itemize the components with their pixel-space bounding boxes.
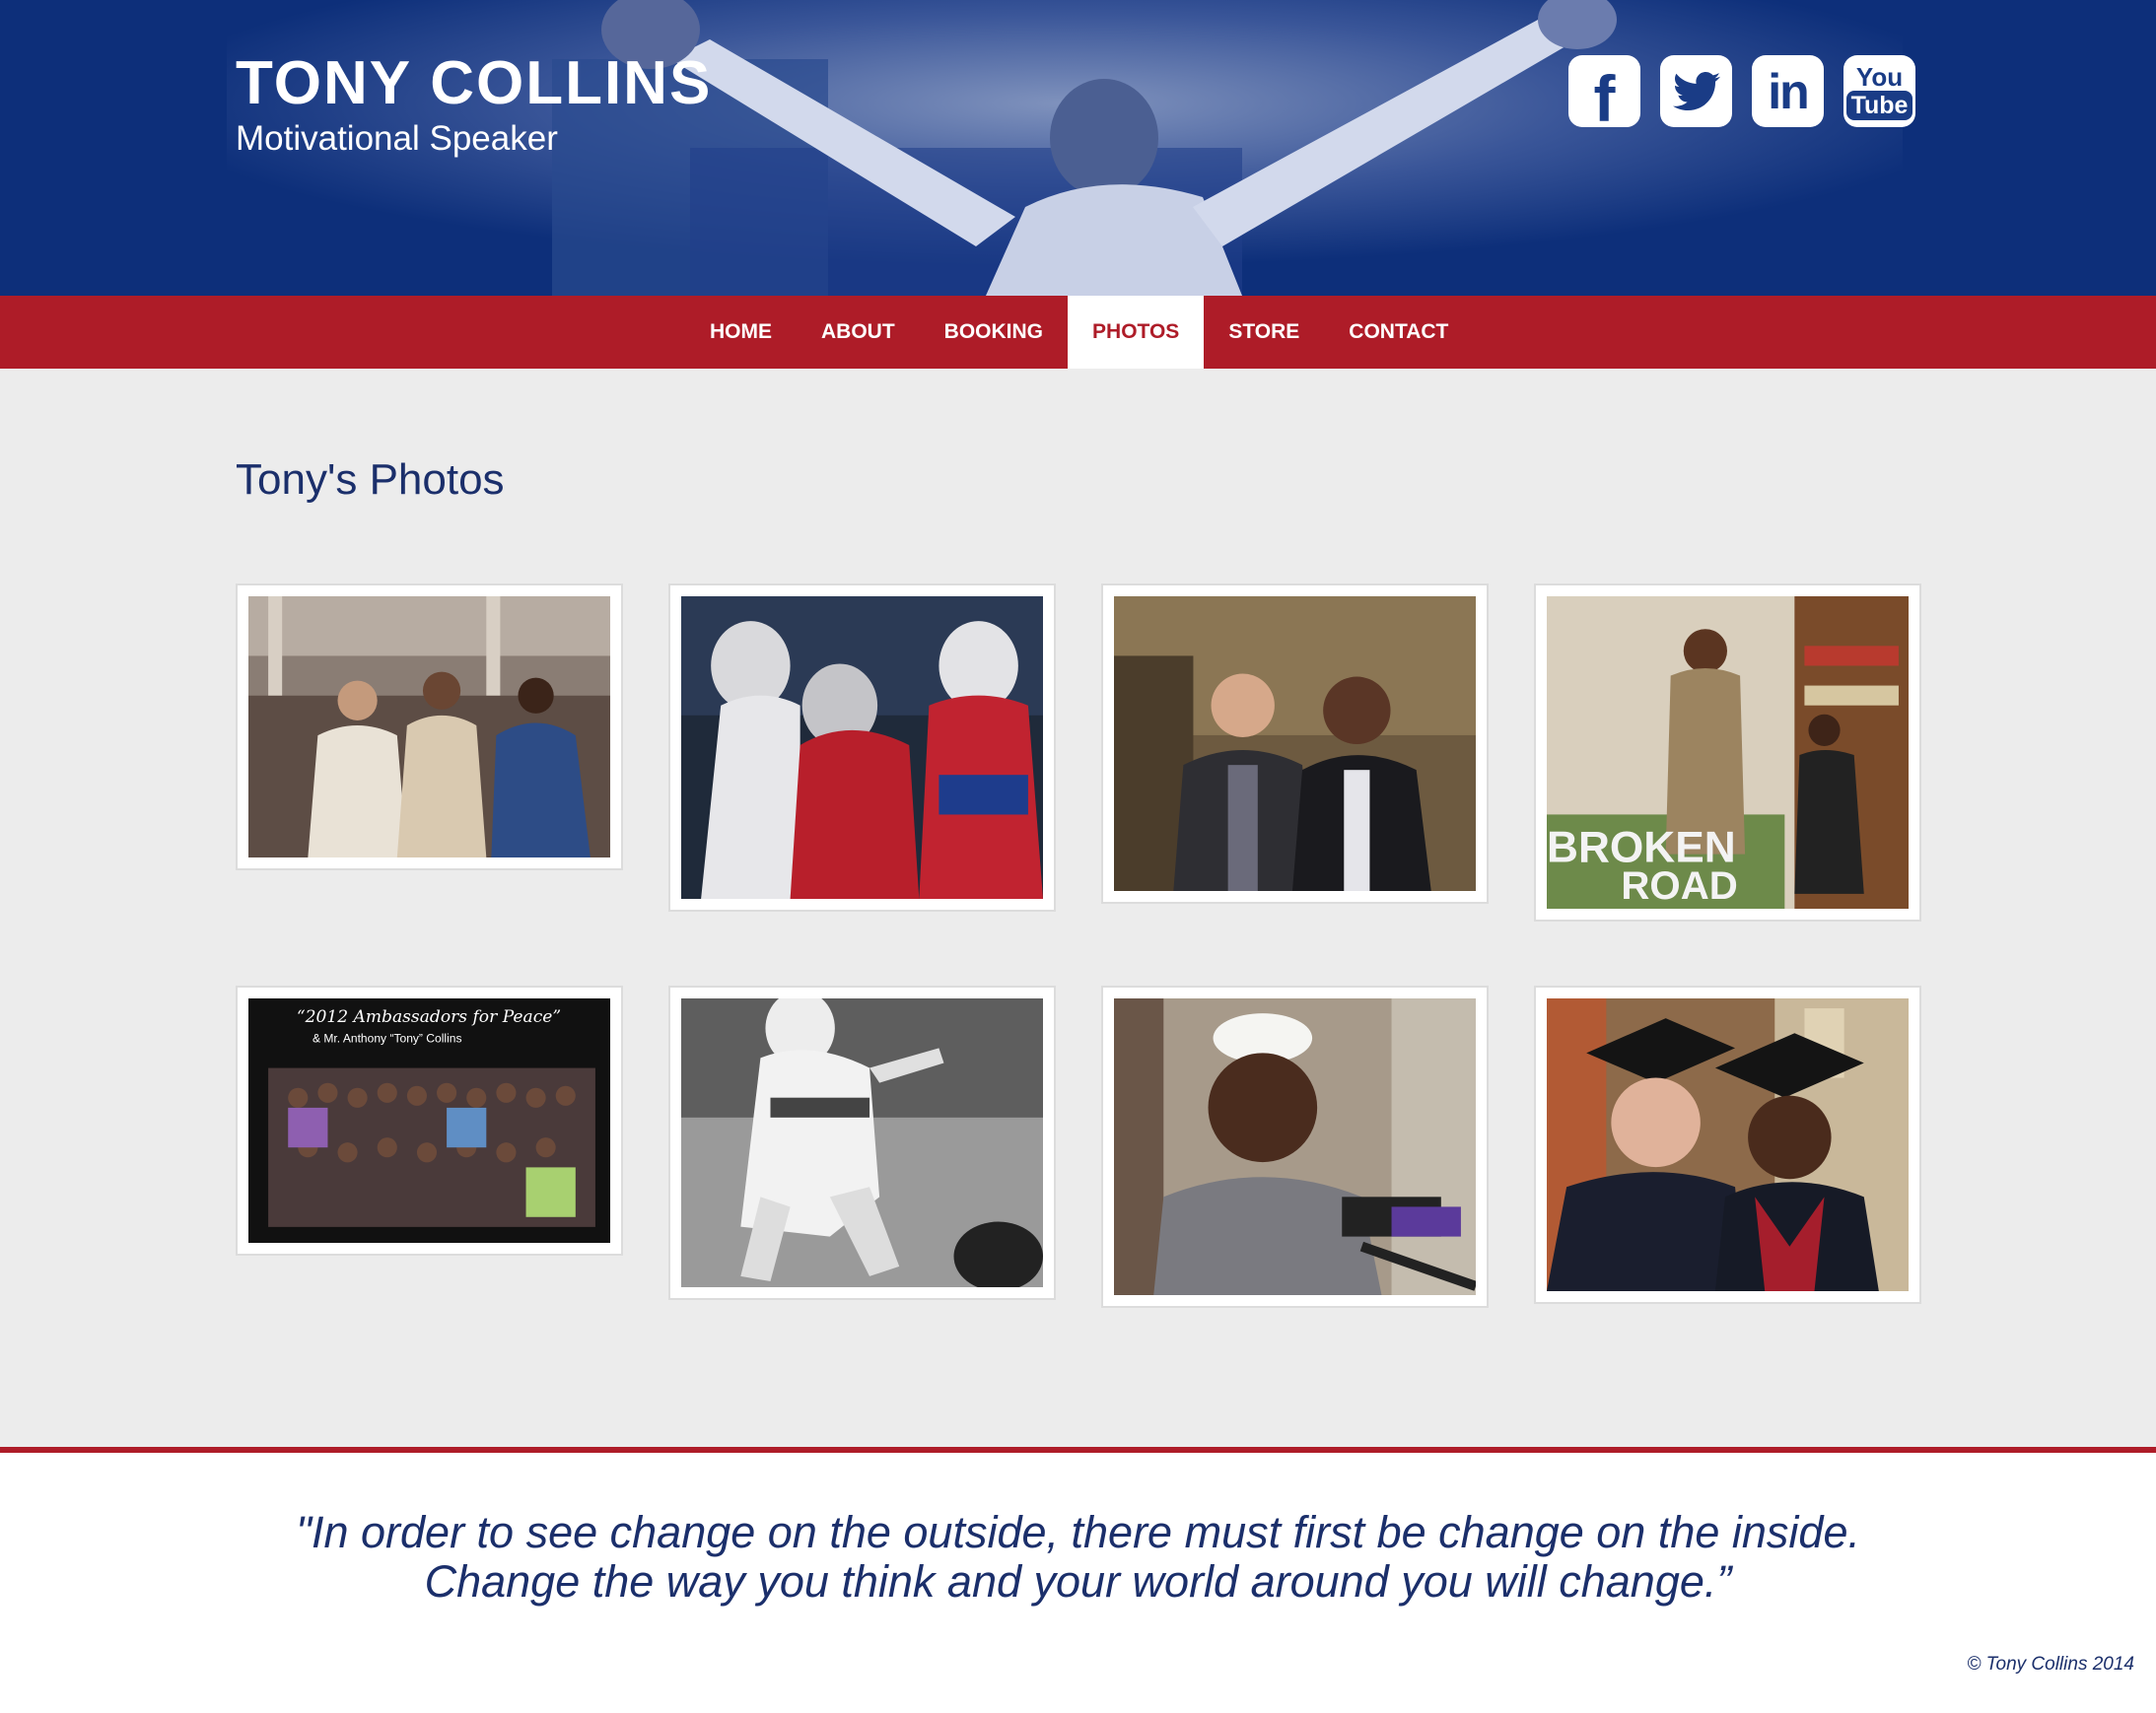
photo-thumbnail[interactable] bbox=[236, 583, 623, 870]
photo-thumbnail[interactable] bbox=[668, 583, 1056, 912]
nav-booking[interactable]: BOOKING bbox=[920, 296, 1068, 369]
photos-section: Tony's Photos BROKEN ROAD “2012 Ambassad… bbox=[0, 369, 2156, 1447]
site-footer: "In order to see change on the outside, … bbox=[0, 1447, 2156, 1713]
photo-thumbnail[interactable]: “2012 Ambassadors for Peace” & Mr. Antho… bbox=[236, 986, 623, 1256]
photo-broken-road-book: BROKEN ROAD bbox=[1547, 596, 1909, 909]
quote-line-1: "In order to see change on the outside, … bbox=[296, 1507, 1860, 1557]
brand: TONY COLLINS Motivational Speaker bbox=[236, 49, 712, 160]
main-navigation: HOME ABOUT BOOKING PHOTOS STORE CONTACT bbox=[0, 296, 2156, 369]
quote-line-2: Change the way you think and your world … bbox=[424, 1556, 1732, 1607]
book-title-2: ROAD bbox=[1621, 863, 1737, 908]
photo-caption-subtitle: & Mr. Anthony “Tony” Collins bbox=[313, 1031, 462, 1045]
page-title: Tony's Photos bbox=[236, 455, 505, 504]
social-links: f in You Tube bbox=[1568, 55, 1915, 135]
site-header: TONY COLLINS Motivational Speaker f in Y… bbox=[0, 0, 2156, 296]
facebook-icon[interactable]: f bbox=[1568, 55, 1640, 135]
copyright: © Tony Collins 2014 bbox=[1967, 1654, 2134, 1675]
linkedin-icon[interactable]: in bbox=[1752, 55, 1824, 127]
photo-caption-title: “2012 Ambassadors for Peace” bbox=[297, 1007, 561, 1027]
photo-thumbnail[interactable] bbox=[668, 986, 1056, 1300]
photo-football-game-color bbox=[681, 596, 1043, 899]
photo-thumbnail[interactable]: BROKEN ROAD bbox=[1534, 583, 1921, 922]
photo-football-bw bbox=[681, 998, 1043, 1287]
nav-about[interactable]: ABOUT bbox=[797, 296, 920, 369]
nav-home[interactable]: HOME bbox=[685, 296, 797, 369]
photo-graduation bbox=[1547, 998, 1909, 1291]
photo-thumbnail[interactable] bbox=[1101, 583, 1489, 904]
site-name[interactable]: TONY COLLINS bbox=[236, 49, 712, 118]
nav-store[interactable]: STORE bbox=[1204, 296, 1324, 369]
twitter-icon[interactable] bbox=[1660, 55, 1732, 127]
nav-contact[interactable]: CONTACT bbox=[1324, 296, 1473, 369]
footer-quote: "In order to see change on the outside, … bbox=[0, 1508, 2156, 1607]
photo-group-students bbox=[248, 596, 610, 857]
photo-thumbnail[interactable] bbox=[1101, 986, 1489, 1308]
photo-two-men-suits bbox=[1114, 596, 1476, 891]
youtube-icon[interactable]: You Tube bbox=[1843, 55, 1915, 127]
twitter-bird-icon bbox=[1672, 71, 1720, 110]
photo-thumbnail[interactable] bbox=[1534, 986, 1921, 1304]
site-subtitle: Motivational Speaker bbox=[236, 119, 558, 158]
nav-photos[interactable]: PHOTOS bbox=[1068, 296, 1205, 369]
photo-ambassadors-for-peace: “2012 Ambassadors for Peace” & Mr. Antho… bbox=[248, 998, 610, 1243]
photo-radio-studio bbox=[1114, 998, 1476, 1295]
